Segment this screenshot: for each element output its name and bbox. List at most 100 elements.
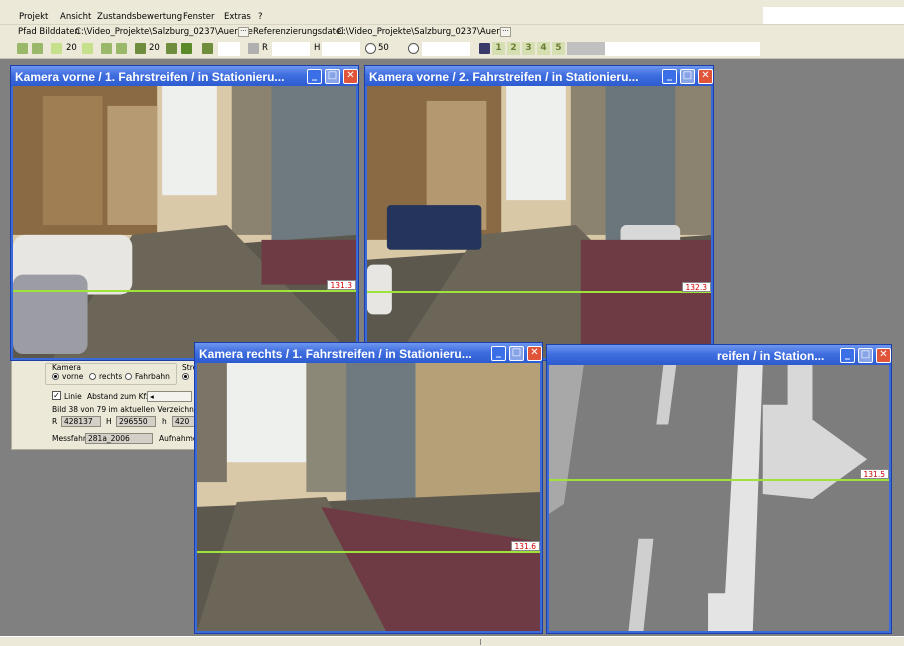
camera-image-right-1[interactable]: 131.6 [197, 363, 540, 631]
first-frame-icon[interactable] [17, 43, 28, 54]
station-marker: 131.3 [326, 280, 356, 290]
window-title: reifen / in Station... [717, 349, 825, 363]
kamera-fahrbahn-radio[interactable] [125, 373, 132, 380]
close-icon[interactable]: ✕ [343, 69, 358, 84]
station-marker: 131.6 [510, 541, 540, 551]
preset-1-button[interactable]: 1 [492, 42, 505, 55]
camera-window-front-lane2[interactable]: Kamera vorne / 2. Fahrstreifen / in Stat… [364, 65, 714, 361]
next-frame-icon[interactable] [101, 43, 112, 54]
h-value-field[interactable]: 296550 [116, 416, 156, 427]
minimize-icon[interactable]: _ [307, 69, 322, 84]
r-value-field[interactable]: 428137 [61, 416, 101, 427]
kamera-label: Kamera [52, 363, 81, 372]
bilddaten-label: Pfad Bilddaten [18, 27, 80, 37]
minimize-icon[interactable]: _ [840, 348, 855, 363]
minimize-icon[interactable]: _ [491, 346, 506, 361]
abstand-label: Abstand zum Kfz [87, 392, 151, 401]
control-panel: Kamera vorne rechts Fahrbahn Stre ✓ Lini… [11, 360, 211, 450]
hh-label: h [162, 417, 167, 426]
strecke-radio[interactable] [182, 373, 189, 380]
menu-ansicht[interactable]: Ansicht [60, 12, 91, 22]
road-surface-scene [549, 365, 889, 631]
menu-fenster[interactable]: Fenster [183, 12, 215, 22]
reference-line[interactable] [197, 551, 540, 553]
messfahrt-field[interactable]: 281a_2006 [85, 433, 153, 444]
signal-icon[interactable] [248, 43, 259, 54]
step-back-count: 20 [66, 43, 77, 53]
bild-info-text: Bild 38 von 79 im aktuellen Verzeichnis [52, 405, 200, 414]
toolbar-gray-field [567, 42, 605, 55]
station-marker: 131.5 [859, 469, 889, 479]
fast-forward-icon[interactable] [82, 43, 93, 54]
reference-line[interactable] [549, 479, 889, 481]
referenz-browse-button[interactable]: ··· [500, 27, 511, 37]
toolbar: 20 20 R H 50 1 2 3 4 5 [0, 39, 904, 59]
station-marker: 132.3 [681, 282, 711, 292]
minimize-icon[interactable]: _ [662, 69, 677, 84]
kamera-fahrbahn-label: Fahrbahn [135, 372, 170, 381]
window-titlebar[interactable]: Kamera vorne / 1. Fahrstreifen / in Stat… [11, 66, 358, 86]
close-icon[interactable]: ✕ [698, 69, 713, 84]
preset-4-button[interactable]: 4 [537, 42, 550, 55]
h-label: H [106, 417, 112, 426]
menu-projekt[interactable]: Projekt [19, 12, 48, 22]
rewind-icon[interactable] [51, 43, 62, 54]
binoculars-icon[interactable] [135, 43, 146, 54]
frame-input[interactable] [218, 42, 240, 56]
window-titlebar[interactable]: Kamera rechts / 1. Fahrstreifen / in Sta… [195, 343, 542, 363]
speed-dial-icon[interactable] [365, 43, 376, 54]
camera-window-right-lane1[interactable]: Kamera rechts / 1. Fahrstreifen / in Sta… [194, 342, 543, 634]
prev-frame-icon[interactable] [32, 43, 43, 54]
reference-line[interactable] [367, 291, 711, 293]
step-fwd-count: 20 [149, 43, 160, 53]
abstand-slider[interactable]: ◂ [147, 391, 192, 402]
window-titlebar[interactable]: Kamera vorne / 2. Fahrstreifen / in Stat… [365, 66, 713, 86]
home-icon[interactable] [202, 43, 213, 54]
messfahrt-label: Messfahrt [52, 434, 89, 443]
path-bar: Pfad Bilddaten C:\Video_Projekte\Salzbur… [0, 24, 904, 39]
binoculars-search-icon[interactable] [166, 43, 177, 54]
camera-window-front-lane1[interactable]: Kamera vorne / 1. Fahrstreifen / in Stat… [10, 65, 359, 361]
status-bar [0, 636, 904, 646]
camera-image-road-surface[interactable]: 131.5 [549, 365, 889, 631]
close-icon[interactable]: ✕ [876, 348, 891, 363]
menu-help[interactable]: ? [258, 12, 263, 22]
street-scene-front-1 [13, 86, 356, 358]
menu-extras[interactable]: Extras [224, 12, 251, 22]
window-titlebar[interactable]: reifen / in Station... _ □ ✕ [547, 345, 891, 365]
street-scene-front-2 [367, 86, 711, 358]
camera-window-road-surface[interactable]: reifen / in Station... _ □ ✕ 131.5 [546, 344, 892, 634]
kamera-rechts-label: rechts [99, 372, 123, 381]
referenz-path-field[interactable]: C:\Video_Projekte\Salzburg_0237\Auersp [337, 27, 510, 37]
preset-5-button[interactable]: 5 [552, 42, 565, 55]
stop-icon[interactable] [181, 43, 192, 54]
maximize-icon[interactable]: □ [858, 348, 873, 363]
linie-checkbox[interactable]: ✓ [52, 391, 61, 400]
preset-3-button[interactable]: 3 [522, 42, 535, 55]
h-coordinate-label: H [314, 43, 321, 53]
menu-zustandsbewertung[interactable]: Zustandsbewertung [97, 12, 182, 22]
maximize-icon[interactable]: □ [325, 69, 340, 84]
kamera-rechts-radio[interactable] [89, 373, 96, 380]
linie-label: Linie [64, 392, 82, 401]
bilddaten-browse-button[interactable]: ··· [238, 27, 249, 37]
preset-2-button[interactable]: 2 [507, 42, 520, 55]
save-icon[interactable] [479, 43, 490, 54]
maximize-icon[interactable]: □ [680, 69, 695, 84]
r-label: R [52, 417, 58, 426]
close-icon[interactable]: ✕ [527, 346, 542, 361]
camera-image-front-1[interactable]: 131.3 [13, 86, 356, 358]
bilddaten-path-field[interactable]: C:\Video_Projekte\Salzburg_0237\Auerspe [75, 27, 253, 37]
street-scene-right-1 [197, 363, 540, 631]
camera-image-front-2[interactable]: 132.3 [367, 86, 711, 358]
menu-bar: Projekt Ansicht Zustandsbewertung Fenste… [0, 0, 904, 24]
clock-icon[interactable] [408, 43, 419, 54]
toolbar-text-field[interactable] [605, 42, 760, 56]
kamera-vorne-radio[interactable] [52, 373, 59, 380]
last-frame-icon[interactable] [116, 43, 127, 54]
time-field[interactable] [422, 42, 470, 56]
r-coordinate-field[interactable] [272, 42, 310, 56]
reference-line[interactable] [13, 290, 356, 292]
h-coordinate-field[interactable] [322, 42, 360, 56]
maximize-icon[interactable]: □ [509, 346, 524, 361]
